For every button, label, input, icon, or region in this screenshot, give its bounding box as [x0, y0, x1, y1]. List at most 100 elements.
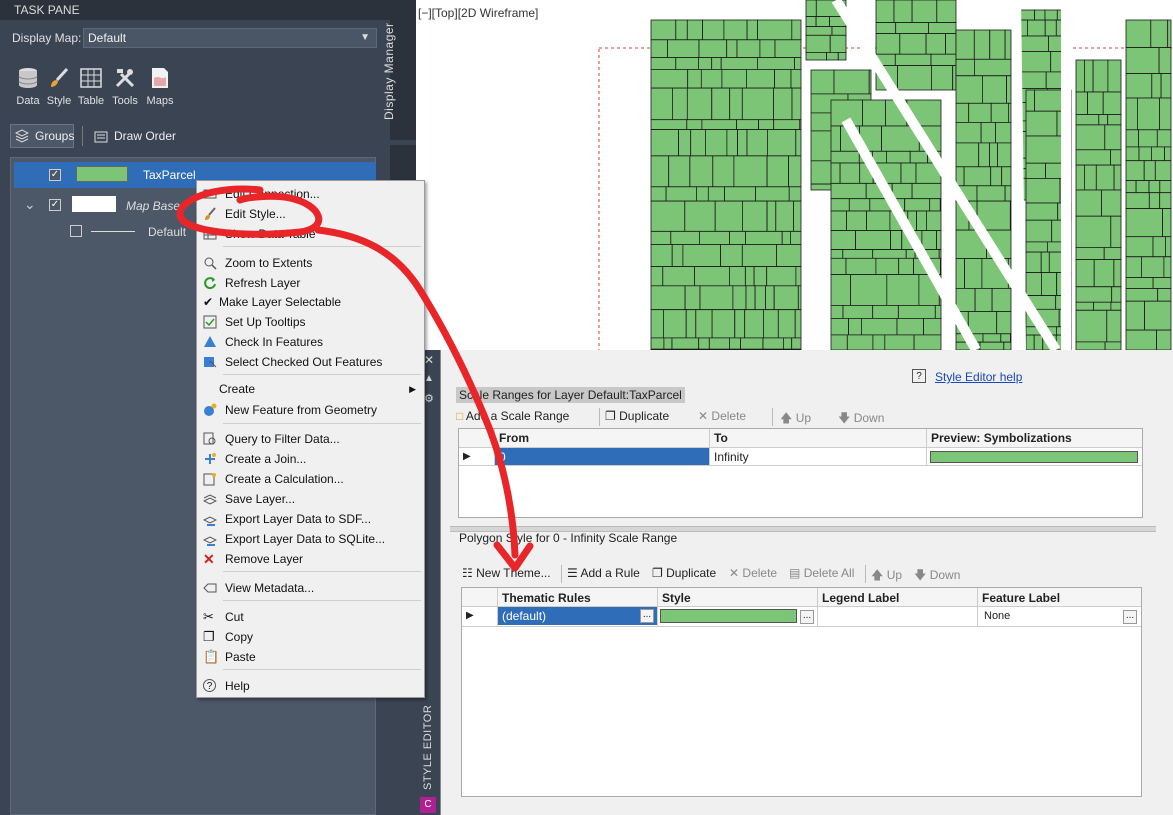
new-theme-button[interactable]: ☷ New Theme... [462, 566, 551, 580]
chevron-down-icon[interactable]: ⌄ [24, 196, 36, 213]
menu-item-create-calculation[interactable]: Create a Calculation... [197, 469, 424, 489]
duplicate-rule-button[interactable]: ❐ Duplicate [652, 566, 716, 580]
duplicate-scale-button[interactable]: ❐ Duplicate [605, 409, 669, 423]
draw-order-button[interactable]: Draw Order [92, 124, 224, 148]
parcel [955, 166, 965, 187]
add-scale-range-button[interactable]: □ Add a Scale Range [456, 409, 569, 423]
close-icon[interactable]: ✕ [424, 353, 434, 367]
add-rule-button[interactable]: ☰ Add a Rule [567, 566, 640, 580]
style-ellipsis-button[interactable]: ... [800, 610, 814, 624]
table-button[interactable]: Table [74, 66, 108, 107]
menu-item-check-in-features[interactable]: Check In Features [197, 332, 424, 352]
parcel [684, 200, 716, 232]
data-button[interactable]: Data [11, 66, 45, 107]
menu-item-edit-style[interactable]: Edit Style... [197, 204, 424, 224]
layer-checkbox-taxparcel[interactable]: ✓ [49, 169, 61, 181]
menu-item-view-metadata[interactable]: View Metadata... [197, 578, 424, 598]
delete-all-button[interactable]: ▤ Delete All [789, 566, 854, 580]
parcel [714, 200, 743, 232]
parcel [1125, 180, 1137, 194]
pin-icon[interactable]: ▲ [424, 373, 434, 384]
parcel [1000, 333, 1011, 343]
symbolization-preview[interactable] [930, 451, 1138, 463]
up-scale-button[interactable]: 🡅 Up [780, 409, 811, 430]
menu-item-label: Select Checked Out Features [225, 355, 383, 369]
column-header-thematic-rules[interactable]: Thematic Rules [502, 589, 591, 607]
arrow-up-icon: 🡅 [780, 411, 793, 425]
style-editor-side-label: STYLE EDITOR [422, 704, 434, 790]
parcel [1110, 301, 1122, 311]
parcel [1162, 208, 1172, 238]
check-icon: ✔ [203, 295, 214, 309]
menu-item-remove-layer[interactable]: ✕ Remove Layer [197, 549, 424, 569]
menu-item-make-layer-selectable[interactable]: ✔ Make Layer Selectable [197, 292, 424, 312]
scale-row-to-value[interactable]: Infinity [714, 448, 749, 466]
rule-ellipsis-button[interactable]: ... [640, 609, 654, 623]
style-button-label: Style [46, 95, 72, 107]
menu-item-save-layer[interactable]: Save Layer... [197, 489, 424, 509]
menu-item-label: Paste [225, 650, 256, 664]
style-button[interactable]: Style [42, 66, 76, 107]
menu-item-zoom-to-extents[interactable]: Zoom to Extents [197, 253, 424, 273]
style-editor-help-link[interactable]: Style Editor help [935, 370, 1022, 384]
groups-button[interactable]: Groups [10, 124, 74, 148]
column-header-feature-label[interactable]: Feature Label [982, 589, 1060, 607]
menu-item-copy[interactable]: ❐ Copy [197, 627, 424, 647]
parcel [737, 129, 748, 157]
menu-item-paste[interactable]: 📋 Paste [197, 647, 424, 667]
delete-scale-button[interactable]: ✕ Delete [698, 409, 746, 423]
menu-item-select-checked-out[interactable]: Select Checked Out Features [197, 352, 424, 372]
column-header-preview[interactable]: Preview: Symbolizations [931, 429, 1072, 447]
parcel [702, 19, 725, 41]
parcel [921, 230, 937, 250]
parcel [1098, 114, 1109, 126]
parcel [898, 257, 915, 275]
down-scale-button[interactable]: 🡇 Down [838, 409, 884, 430]
parcel [650, 244, 673, 268]
column-header-to[interactable]: To [714, 429, 728, 447]
parcel [1025, 241, 1048, 253]
map-canvas[interactable] [416, 0, 1173, 350]
menu-item-export-sqlite[interactable]: Export Layer Data to SQLite... [197, 529, 424, 549]
menu-item-refresh-layer[interactable]: Refresh Layer [197, 273, 424, 293]
menu-item-label: Show Data Table [225, 227, 316, 241]
menu-item-edit-connection[interactable]: Edit Connection... [197, 184, 424, 204]
layer-checkbox-map-base[interactable]: ✓ [49, 199, 61, 211]
menu-item-create[interactable]: Create ▶ [197, 379, 424, 399]
menu-item-query[interactable]: Query to Filter Data... [197, 429, 424, 449]
scale-row-from[interactable] [495, 448, 709, 465]
column-header-from[interactable]: From [499, 429, 529, 447]
viewport-label[interactable]: [−][Top][2D Wireframe] [418, 6, 538, 20]
display-map-select[interactable]: Default ▼ [83, 28, 377, 48]
menu-item-new-feature[interactable]: New Feature from Geometry [197, 400, 424, 420]
parcel [773, 119, 801, 130]
feature-label-ellipsis-button[interactable]: ... [1123, 610, 1137, 624]
parcel [1125, 192, 1150, 209]
menu-item-set-up-tooltips[interactable]: Set Up Tooltips [197, 312, 424, 332]
tools-button-label: Tools [112, 95, 138, 107]
down-rule-button[interactable]: 🡇 Down [914, 566, 960, 587]
menu-item-export-sdf[interactable]: Export Layer Data to SDF... [197, 509, 424, 529]
column-header-style[interactable]: Style [662, 589, 691, 607]
properties-icon[interactable]: ⚙ [424, 392, 434, 405]
parcel [686, 19, 703, 41]
style-swatch[interactable] [660, 609, 797, 623]
edit-connection-icon [203, 189, 217, 199]
menu-item-help[interactable]: ? Help [197, 676, 424, 696]
toolbar-divider [865, 565, 866, 583]
menu-item-show-data-table[interactable]: Show Data Table [197, 224, 424, 244]
menu-item-cut[interactable]: ✂ Cut [197, 607, 424, 627]
parcel [795, 266, 802, 287]
delete-rule-button[interactable]: ✕ Delete [729, 566, 777, 580]
parcel [671, 337, 700, 350]
toolbar-divider [82, 126, 83, 146]
menu-item-create-join[interactable]: Create a Join... [197, 449, 424, 469]
parcel [1075, 301, 1094, 311]
feature-label-value[interactable]: None [984, 607, 1010, 625]
maps-button[interactable]: Maps [143, 66, 177, 107]
join-icon [205, 453, 216, 464]
layer-checkbox-default[interactable] [70, 225, 82, 237]
up-rule-button[interactable]: 🡅 Up [871, 566, 902, 587]
column-header-legend-label[interactable]: Legend Label [822, 589, 899, 607]
tools-button[interactable]: Tools [108, 66, 142, 107]
